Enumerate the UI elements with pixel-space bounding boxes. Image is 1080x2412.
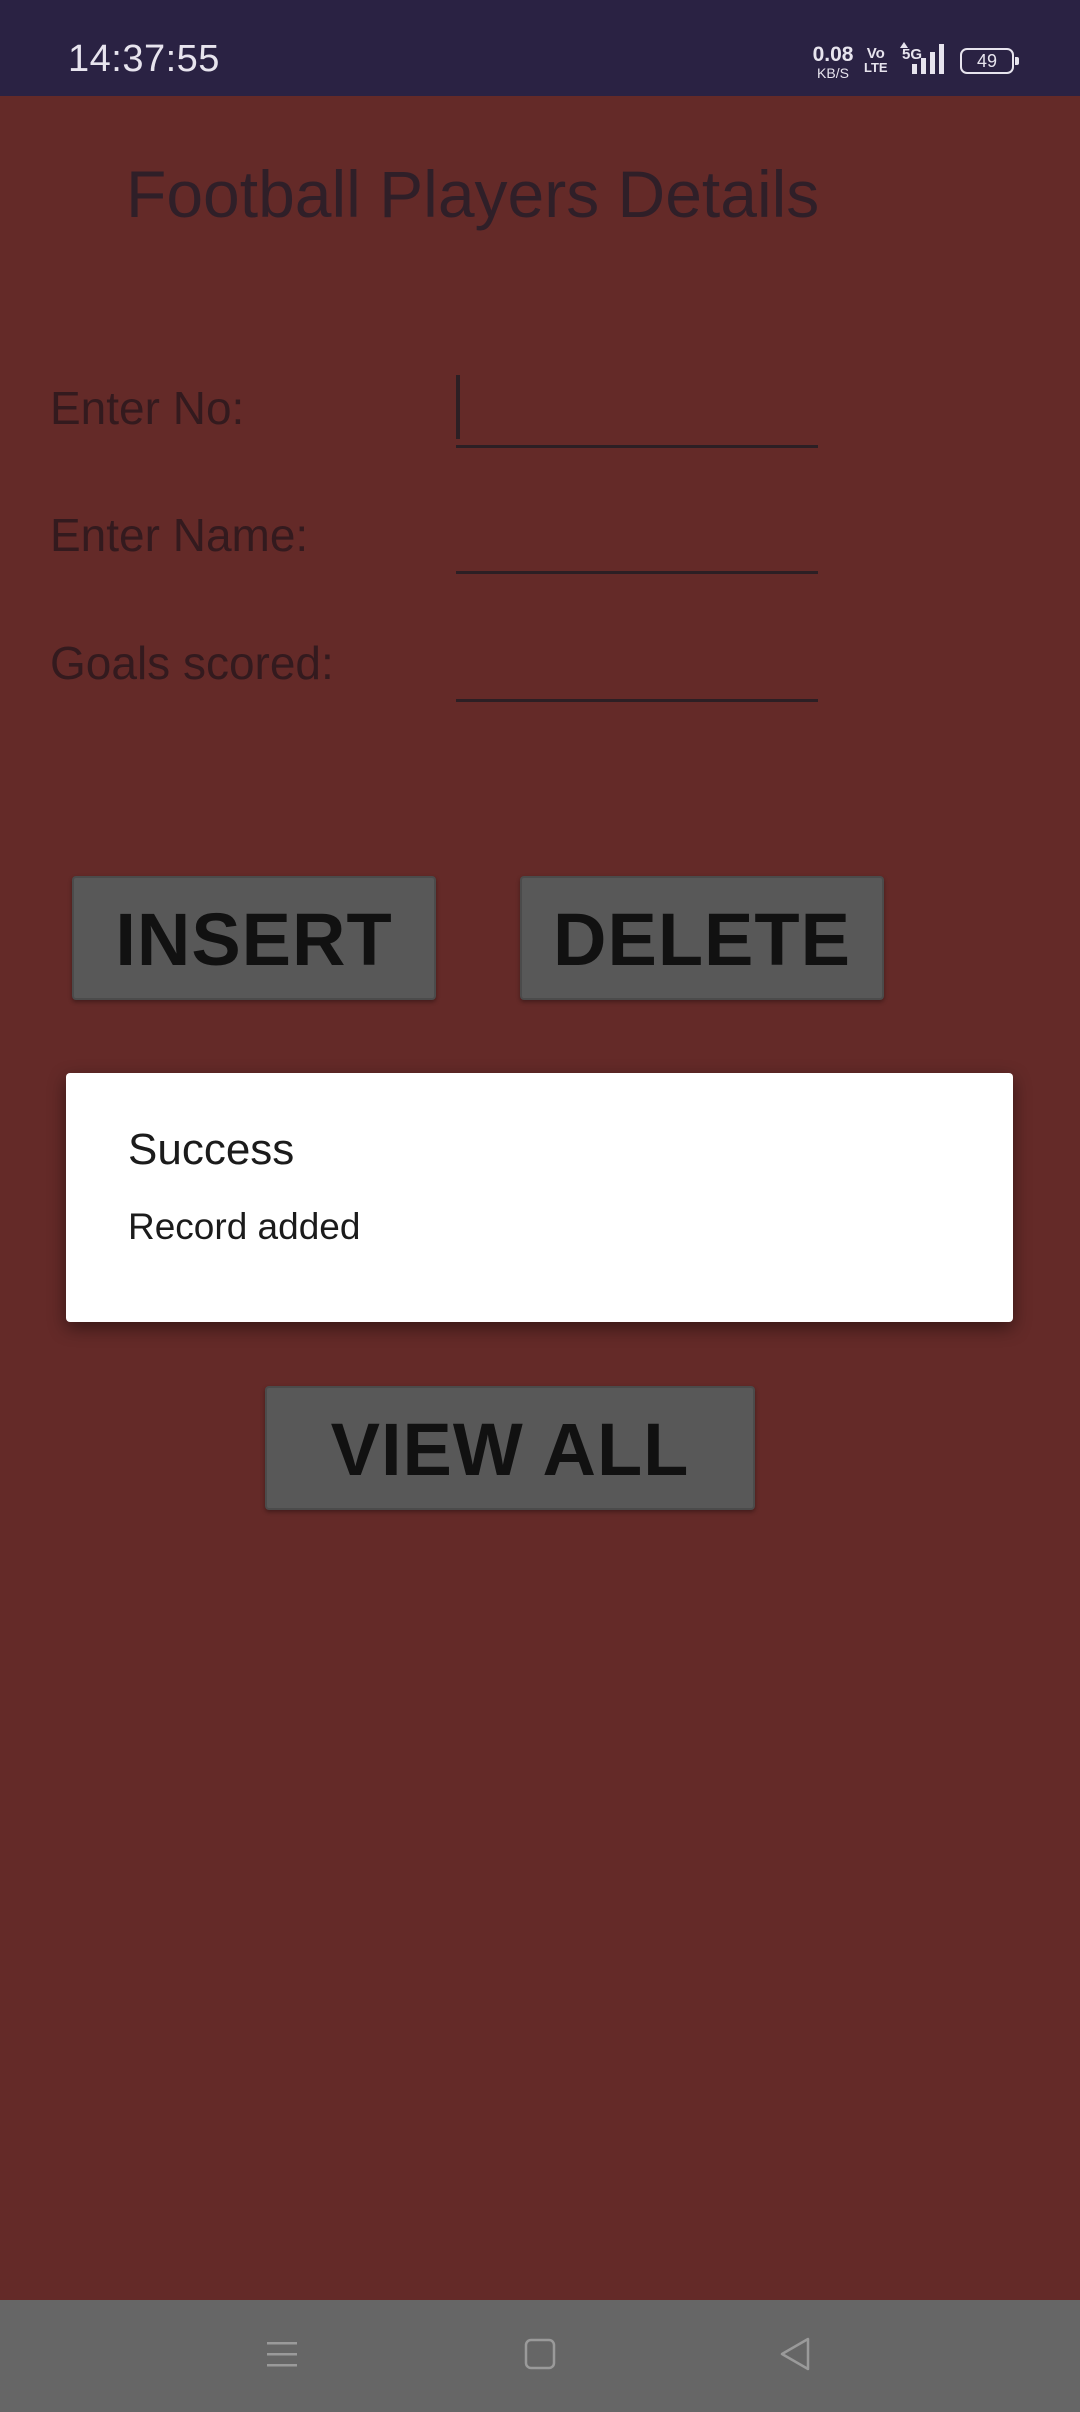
insert-button[interactable]: INSERT	[72, 876, 436, 1000]
home-icon[interactable]	[523, 2334, 557, 2379]
enter-name-label: Enter Name:	[50, 509, 309, 561]
battery-level: 49	[976, 51, 998, 71]
goals-scored-input[interactable]	[456, 632, 818, 702]
volte-indicator: Vo LTE	[864, 46, 888, 74]
status-bar: 14:37:55 0.08 KB/S Vo LTE 5G 49	[0, 0, 1080, 96]
success-dialog: Success Record added	[66, 1073, 1013, 1322]
volte-bottom: LTE	[864, 60, 888, 75]
signal-icon: 5G	[898, 40, 952, 85]
view-all-button[interactable]: VIEW ALL	[265, 1386, 755, 1510]
page-title: Football Players Details	[126, 157, 820, 231]
goals-scored-label: Goals scored:	[50, 637, 334, 689]
volte-top: Vo	[866, 45, 885, 62]
navigation-bar	[0, 2300, 1080, 2412]
network-speed-value: 0.08	[812, 43, 854, 66]
network-speed-unit: KB/S	[817, 65, 849, 81]
enter-name-input[interactable]	[456, 504, 818, 574]
enter-no-input[interactable]	[456, 378, 818, 448]
network-speed: 0.08 KB/S	[808, 44, 858, 80]
delete-button[interactable]: DELETE	[520, 876, 884, 1000]
dialog-title: Success	[128, 1125, 295, 1174]
dialog-message: Record added	[128, 1206, 361, 1247]
text-cursor	[456, 375, 460, 439]
back-icon[interactable]	[778, 2334, 812, 2379]
battery-icon: 49	[960, 48, 1019, 74]
enter-no-label: Enter No:	[50, 382, 245, 434]
network-type: 5G	[902, 46, 923, 63]
menu-icon[interactable]	[265, 2334, 299, 2379]
status-time: 14:37:55	[68, 38, 220, 80]
